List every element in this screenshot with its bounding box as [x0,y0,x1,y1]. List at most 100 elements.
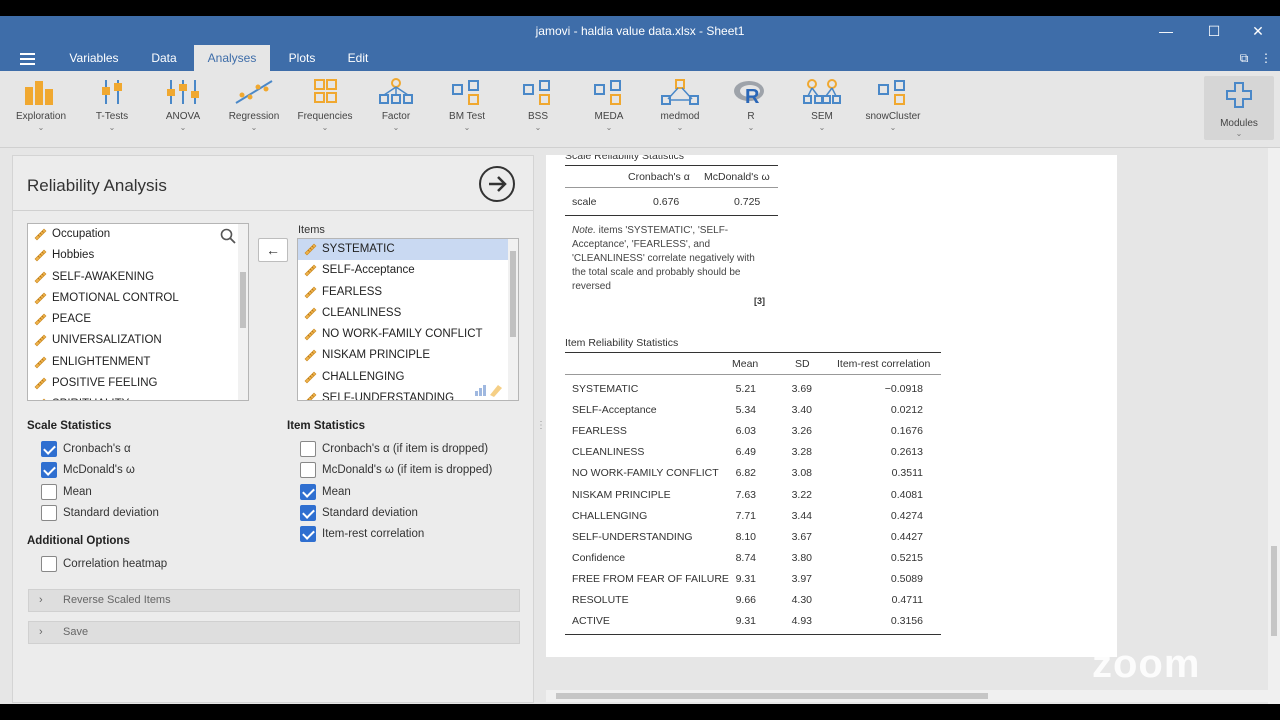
checkbox-box[interactable] [41,483,57,500]
correlation-heatmap-checkbox[interactable]: Correlation heatmap [41,556,167,572]
list-item[interactable]: NO WORK-FAMILY CONFLICT [298,324,518,345]
tool-factor[interactable]: Factor ⌄ [363,77,429,143]
checkbox-box[interactable] [300,462,316,479]
more-options-icon[interactable]: ⋮ [1258,50,1274,66]
list-item[interactable]: ENLIGHTENMENT [28,352,248,373]
chevron-down-icon: ⌄ [676,123,684,132]
list-item[interactable]: CLEANLINESS [298,303,518,324]
checkbox-box[interactable] [41,462,57,479]
checkbox-box[interactable] [300,441,316,457]
plus-icon [1226,82,1252,108]
tool-r[interactable]: R R ⌄ [718,77,784,143]
table-cell-irc: 0.4081 [890,488,923,501]
tab-variables[interactable]: Variables [60,45,128,71]
tool-bss[interactable]: BSS ⌄ [505,77,571,143]
tool-label: BM Test [449,111,485,122]
window-title: jamovi - haldia value data.xlsx - Sheet1 [535,24,745,38]
close-icon[interactable]: ✕ [1238,20,1278,42]
hamburger-menu-icon[interactable] [20,53,35,65]
scrollbar-thumb[interactable] [510,251,516,337]
tool-regression[interactable]: Regression ⌄ [221,77,287,143]
list-item-label: Occupation [52,228,111,240]
checkbox-box[interactable] [300,504,316,521]
arrow-right-icon [489,176,507,192]
list-item[interactable]: SELF-Acceptance [298,260,518,281]
modules-button[interactable]: Modules ⌄ [1204,76,1274,140]
scrollbar-thumb[interactable] [1271,546,1277,636]
items-scrollbar[interactable] [508,239,518,400]
chevron-down-icon: ⌄ [534,123,542,132]
minimize-icon[interactable]: — [1146,20,1186,42]
tool-sem[interactable]: SEM ⌄ [789,77,855,143]
tab-analyses[interactable]: Analyses [194,45,270,71]
tool-label: T-Tests [95,111,129,122]
tool-ttests[interactable]: T-Tests ⌄ [79,77,145,143]
checkbox-box[interactable] [300,526,316,543]
option-checkbox[interactable]: Mean [41,483,92,500]
regression-icon [235,80,273,104]
list-item[interactable]: NISKAM PRINCIPLE [298,345,518,366]
tool-label: SEM [811,111,833,122]
reverse-scaled-items-section[interactable]: › Reverse Scaled Items [28,589,520,612]
option-checkbox[interactable]: McDonald's ω [41,462,135,479]
results-vertical-scrollbar[interactable] [1268,148,1280,704]
checkbox-label: Standard deviation [322,506,418,519]
sem-icon [803,79,841,104]
chevron-down-icon: ⌄ [392,123,400,132]
list-item[interactable]: SELF-AWAKENING [28,267,248,288]
checkbox-box[interactable] [41,441,57,457]
column-header: Cronbach's α [628,171,690,183]
results-horizontal-scrollbar[interactable] [546,690,1268,702]
tool-bm-test[interactable]: BM Test ⌄ [434,77,500,143]
move-left-button[interactable]: ← [258,238,288,262]
list-item[interactable]: FEARLESS [298,282,518,303]
continuous-variable-icon [34,292,47,305]
checkbox-label: McDonald's ω [63,464,135,477]
tool-exploration[interactable]: Exploration ⌄ [8,77,74,143]
checkbox-box[interactable] [300,483,316,500]
variables-scrollbar[interactable] [238,224,248,400]
list-item[interactable]: POSITIVE FEELING [28,373,248,394]
tab-plots[interactable]: Plots [276,45,328,71]
list-item-label: Hobbies [52,249,95,262]
checkbox-label: Cronbach's α (if item is dropped) [322,443,489,455]
checkbox-label: Mean [322,485,351,498]
tool-frequencies[interactable]: Frequencies ⌄ [292,77,358,143]
list-item[interactable]: Occupation [28,224,248,245]
option-checkbox[interactable]: Standard deviation [41,504,159,521]
list-item[interactable]: EMOTIONAL CONTROL [28,288,248,309]
list-item[interactable]: Hobbies [28,245,248,266]
list-item[interactable]: UNIVERSALIZATION [28,330,248,351]
checkbox-box[interactable] [41,504,57,521]
next-arrow-button[interactable] [479,166,515,202]
chevron-down-icon: ⌄ [250,123,258,132]
maximize-icon[interactable]: ☐ [1194,20,1234,42]
table-cell-sd: 3.44 [791,509,812,522]
list-item[interactable]: PEACE [28,309,248,330]
variables-list[interactable]: Occupation Hobbies SELF-AWAKENING EMOTIONAL… [27,223,249,401]
save-section[interactable]: › Save [28,621,520,644]
option-checkbox[interactable]: Cronbach's α [41,441,131,457]
scrollbar-thumb[interactable] [556,693,988,699]
window-mode-icon[interactable]: ⧉ [1236,50,1252,66]
panel-splitter-handle[interactable]: ⋮ [536,420,546,440]
continuous-variable-icon [304,264,317,277]
option-checkbox[interactable]: Mean [300,483,351,500]
tool-meda[interactable]: MEDA ⌄ [576,77,642,143]
list-item[interactable]: SYSTEMATIC [298,239,518,261]
tool-snowcluster[interactable]: snowCluster ⌄ [860,77,926,143]
tool-medmod[interactable]: medmod ⌄ [647,77,713,143]
tab-edit[interactable]: Edit [334,45,382,71]
scrollbar-thumb[interactable] [240,272,246,328]
option-checkbox[interactable]: Standard deviation [300,504,418,521]
option-checkbox[interactable]: Item-rest correlation [300,526,424,543]
tool-anova[interactable]: ANOVA ⌄ [150,77,216,143]
list-item[interactable]: SPIRITUALITY [28,394,248,400]
option-checkbox[interactable]: McDonald's ω (if item is dropped) [300,462,492,479]
checkbox-box[interactable] [41,556,57,572]
items-list[interactable]: SYSTEMATIC SELF-Acceptance FEARLESS CLEANLI… [297,238,519,401]
option-checkbox[interactable]: Cronbach's α (if item is dropped) [300,441,488,457]
search-icon[interactable] [220,228,236,244]
tab-data[interactable]: Data [138,45,190,71]
screen-top-strip [0,0,1280,16]
